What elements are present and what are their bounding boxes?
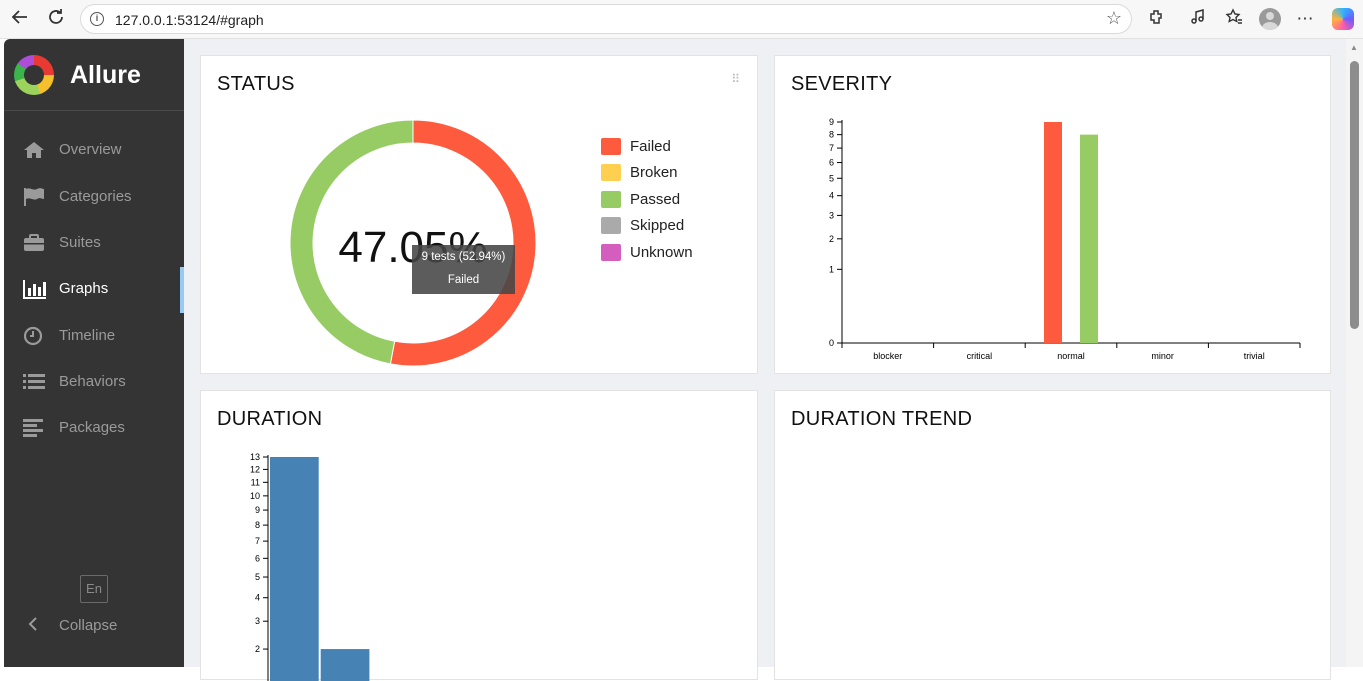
duration-bar[interactable] (270, 457, 319, 681)
y-tick-label: 9 (829, 117, 834, 127)
legend-label: Broken (630, 164, 678, 182)
info-icon[interactable]: i (90, 12, 104, 26)
sidebar-item-timeline[interactable]: Timeline (4, 314, 184, 358)
sidebar-item-label: Suites (59, 234, 101, 251)
sidebar-item-categories[interactable]: Categories (4, 175, 184, 219)
y-tick-label: 7 (255, 536, 260, 546)
list-icon (23, 372, 45, 392)
sidebar-item-label: Timeline (59, 327, 116, 344)
sidebar-item-label: Graphs (59, 280, 109, 297)
extensions-icon[interactable] (1146, 8, 1168, 30)
clock-icon (23, 326, 45, 346)
url-text: 127.0.0.1:53124/#graph (115, 12, 264, 28)
status-donut-chart: 47.05% (289, 119, 537, 367)
severity-bar-chart: 0 1 2 3 4 5 6 7 8 9 blocker critical normal minor triv… (829, 117, 1301, 361)
tooltip-status: Failed (447, 274, 480, 286)
y-tick-label: 6 (255, 553, 260, 563)
sidebar-item-suites[interactable]: Suites (4, 221, 184, 265)
language-switch[interactable]: En (80, 575, 108, 603)
y-tick-label: 1 (829, 264, 834, 274)
sidebar: Allure Overview Categories Suites Graphs… (4, 39, 184, 667)
y-tick-label: 5 (255, 572, 260, 582)
align-left-icon (23, 418, 45, 438)
chevron-left-icon (27, 615, 39, 638)
duration-trend-widget: DURATION TREND (774, 390, 1331, 680)
brand-header: Allure (4, 39, 184, 111)
y-tick-label: 11 (251, 477, 260, 487)
y-tick-label: 8 (829, 130, 834, 140)
duration-bar[interactable] (320, 649, 370, 681)
y-tick-label: 4 (255, 593, 260, 603)
browser-toolbar: i 127.0.0.1:53124/#graph ☆ ⋯ (0, 0, 1363, 39)
status-tooltip: 9 tests (52.94%) Failed (412, 245, 515, 294)
sidebar-item-label: Categories (59, 188, 132, 205)
y-tick-label: 9 (255, 505, 260, 515)
y-tick-label: 6 (829, 158, 834, 168)
home-icon (23, 140, 45, 160)
legend-swatch (601, 138, 621, 155)
x-tick-label: trivial (1244, 351, 1265, 361)
legend-swatch (601, 217, 621, 235)
widget-title: DURATION TREND (791, 408, 973, 430)
x-tick-label: normal (1057, 351, 1085, 361)
favorites-icon[interactable] (1223, 8, 1245, 30)
legend-label: Passed (630, 190, 681, 208)
collapse-button[interactable]: Collapse (4, 605, 184, 645)
allure-logo-icon (14, 55, 54, 95)
address-bar[interactable]: i 127.0.0.1:53124/#graph ☆ (80, 4, 1132, 34)
briefcase-icon (23, 233, 45, 253)
y-tick-label: 12 (250, 464, 260, 474)
sidebar-item-overview[interactable]: Overview (4, 128, 184, 172)
y-tick-label: 2 (255, 644, 260, 654)
favorite-star-icon[interactable]: ☆ (1106, 8, 1122, 29)
y-tick-label: 2 (829, 234, 834, 244)
back-arrow-icon[interactable] (8, 7, 32, 31)
scroll-up-icon[interactable]: ▲ (1350, 43, 1358, 52)
flag-icon (23, 187, 45, 207)
sidebar-item-graphs[interactable]: Graphs (4, 267, 184, 313)
y-tick-label: 3 (255, 616, 260, 626)
duration-histogram: 12345678910111213 (250, 452, 370, 681)
y-tick-label: 10 (250, 491, 260, 501)
more-options-icon[interactable]: ⋯ (1294, 8, 1316, 30)
sidebar-item-packages[interactable]: Packages (4, 406, 184, 450)
severity-widget: SEVERITY 0 1 2 3 4 5 6 7 8 9 blocker critical normal… (774, 55, 1331, 374)
legend-label: Failed (630, 138, 671, 155)
legend-label: Skipped (630, 217, 685, 235)
copilot-icon[interactable] (1332, 8, 1354, 30)
y-tick-label: 13 (250, 452, 260, 462)
scroll-thumb[interactable] (1350, 61, 1359, 329)
sidebar-item-behaviors[interactable]: Behaviors (4, 360, 184, 404)
legend-swatch (601, 164, 621, 182)
y-tick-label: 3 (829, 210, 834, 220)
status-widget: STATUS ⠿ 47.05% 9 tests (52.94%) Failed … (200, 55, 758, 374)
collapse-label: Collapse (59, 617, 118, 634)
tooltip-count: 9 tests (52.94%) (421, 251, 506, 263)
x-tick-label: minor (1151, 351, 1174, 361)
y-tick-label: 5 (829, 173, 834, 183)
severity-bar-failed[interactable] (1044, 122, 1062, 343)
page-scrollbar[interactable]: ▲ (1346, 39, 1363, 667)
y-tick-label: 8 (255, 520, 260, 530)
graphs-content: STATUS ⠿ 47.05% 9 tests (52.94%) Failed … (184, 39, 1346, 681)
sidebar-item-label: Overview (59, 141, 122, 158)
x-tick-label: critical (967, 351, 993, 361)
y-tick-label: 7 (829, 143, 834, 153)
y-tick-label: 4 (829, 191, 834, 201)
x-tick-label: blocker (873, 351, 902, 361)
severity-bar-passed[interactable] (1080, 134, 1098, 343)
profile-avatar[interactable] (1259, 8, 1281, 30)
duration-widget: DURATION 12345678910111213 (200, 390, 758, 681)
reload-icon[interactable] (44, 7, 68, 31)
media-icon[interactable] (1187, 8, 1209, 30)
y-tick-label: 0 (829, 338, 834, 348)
brand-name: Allure (70, 61, 141, 89)
legend-swatch (601, 190, 621, 208)
bar-chart-icon (23, 279, 46, 299)
sidebar-item-label: Behaviors (59, 373, 126, 390)
legend-label: Unknown (630, 243, 693, 261)
legend-swatch (601, 243, 621, 261)
sidebar-item-label: Packages (59, 419, 125, 436)
